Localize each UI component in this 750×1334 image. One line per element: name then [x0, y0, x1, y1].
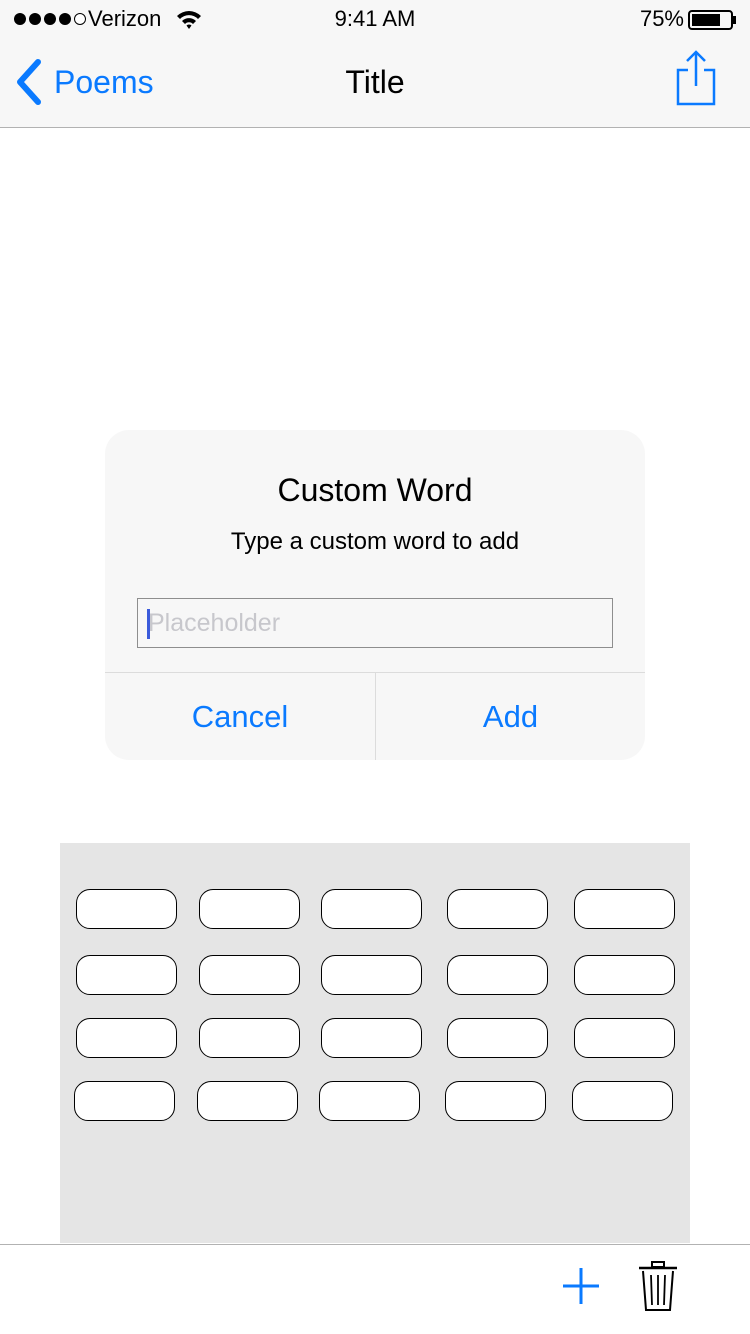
alert-title: Custom Word: [277, 472, 473, 508]
navigation-bar: Poems Title: [0, 40, 750, 128]
battery-icon: [688, 10, 736, 30]
bottom-toolbar: [0, 1244, 750, 1334]
word-chip[interactable]: [574, 955, 675, 995]
cancel-button[interactable]: Cancel: [105, 673, 375, 760]
custom-word-input[interactable]: Placeholder: [137, 598, 613, 648]
trash-icon[interactable]: [638, 1260, 678, 1312]
battery-percent: 75%: [639, 6, 684, 31]
word-chip[interactable]: [74, 1081, 175, 1121]
status-bar: Verizon 9:41 AM 75%: [0, 0, 750, 40]
word-chip[interactable]: [197, 1081, 298, 1121]
word-chip[interactable]: [574, 889, 675, 929]
word-chip[interactable]: [199, 1018, 300, 1058]
word-chip[interactable]: [321, 1018, 422, 1058]
word-chip[interactable]: [321, 889, 422, 929]
add-button[interactable]: Add: [376, 673, 645, 760]
word-chip[interactable]: [321, 955, 422, 995]
word-chip[interactable]: [572, 1081, 673, 1121]
word-chip[interactable]: [447, 1018, 548, 1058]
word-chip[interactable]: [447, 955, 548, 995]
word-chip[interactable]: [199, 889, 300, 929]
status-time: 9:41 AM: [334, 6, 416, 31]
word-chip[interactable]: [199, 955, 300, 995]
word-grid-panel: [60, 843, 690, 1243]
alert-message: Type a custom word to add: [230, 528, 520, 555]
input-placeholder: Placeholder: [148, 609, 281, 637]
word-chip[interactable]: [76, 889, 177, 929]
word-chip[interactable]: [76, 1018, 177, 1058]
word-chip[interactable]: [574, 1018, 675, 1058]
word-chip[interactable]: [319, 1081, 420, 1121]
text-cursor: [147, 609, 150, 639]
plus-icon[interactable]: [562, 1267, 600, 1305]
word-chip[interactable]: [445, 1081, 546, 1121]
word-chip[interactable]: [76, 955, 177, 995]
page-title: Title: [345, 64, 405, 100]
share-icon[interactable]: [674, 48, 718, 108]
word-chip[interactable]: [447, 889, 548, 929]
custom-word-alert: Custom Word Type a custom word to add Pl…: [105, 430, 645, 760]
